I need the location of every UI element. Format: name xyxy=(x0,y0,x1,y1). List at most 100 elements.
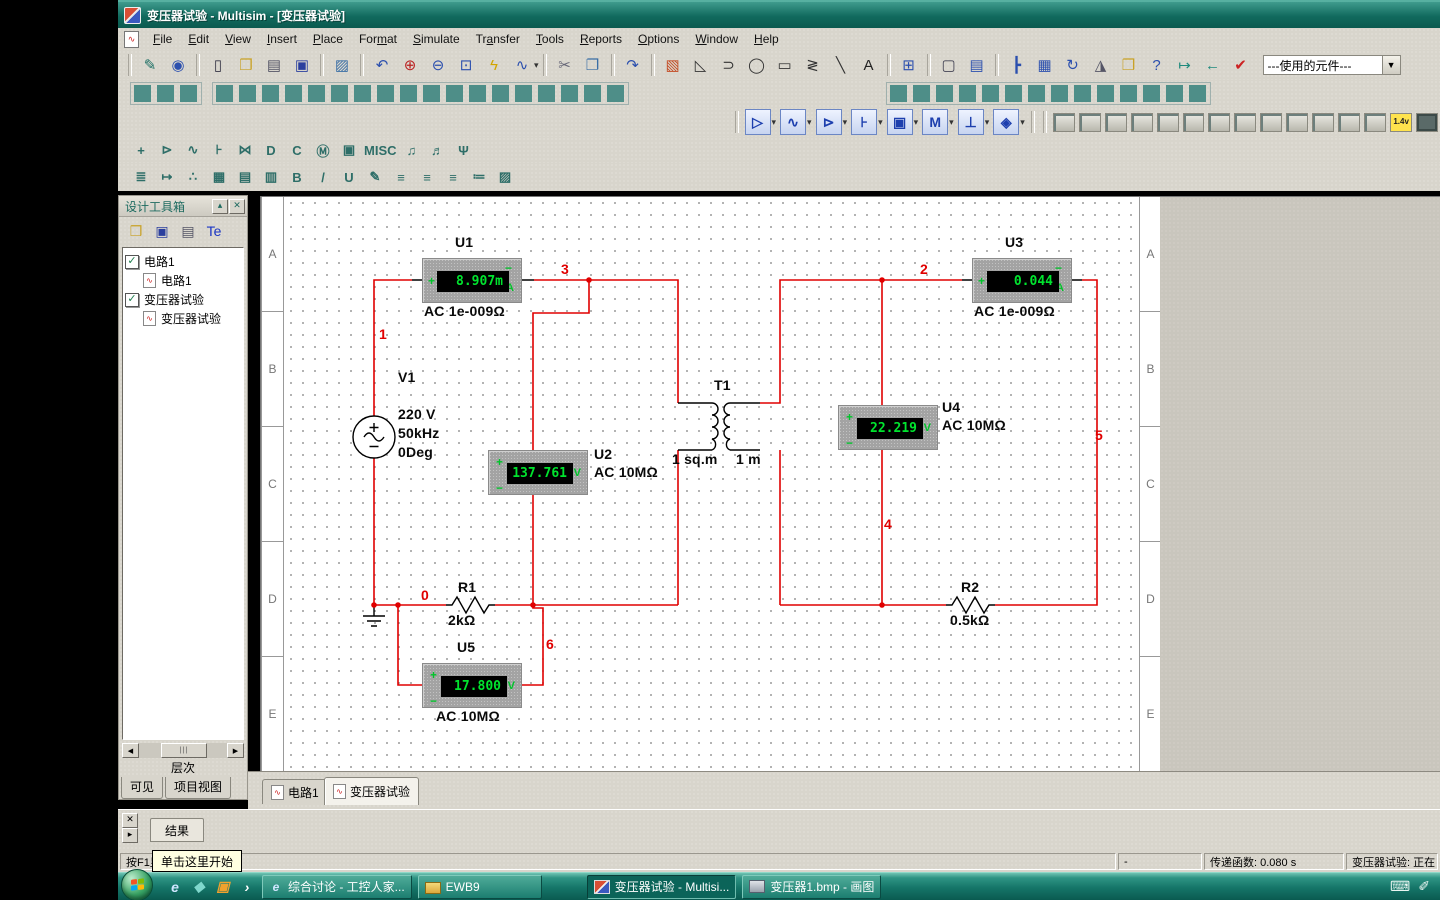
save-icon[interactable]: ▣ xyxy=(289,52,315,78)
dropdown-button[interactable]: ▼ xyxy=(1382,56,1400,74)
text-icon[interactable]: A xyxy=(856,52,882,78)
place-source-icon[interactable]: + xyxy=(130,140,152,160)
menu-item[interactable]: Edit xyxy=(180,30,217,48)
toolbox-tab[interactable]: 可见 xyxy=(121,777,163,799)
polygon-icon[interactable]: ◺ xyxy=(688,52,714,78)
power-components-button[interactable]: ⊥▾ xyxy=(958,109,990,135)
undo-icon[interactable]: ↶ xyxy=(369,52,395,78)
align-left-icon[interactable]: ≡ xyxy=(390,167,412,187)
scroll-left-button[interactable]: ◀ xyxy=(122,743,139,758)
menu-item[interactable]: Place xyxy=(305,30,351,48)
export-icon[interactable]: ↦ xyxy=(1172,52,1198,78)
multimeter-u5[interactable]: + − V 17.800 xyxy=(422,663,522,708)
database-icon[interactable]: ↻ xyxy=(1060,52,1086,78)
menu-item[interactable]: Help xyxy=(746,30,787,48)
place-diode-icon[interactable]: ⊳ xyxy=(156,140,178,160)
checkbox-icon[interactable]: ✓ xyxy=(125,255,139,269)
distortion-analyzer-icon[interactable] xyxy=(1338,113,1360,132)
menu-item[interactable]: Insert xyxy=(259,30,305,48)
paste-icon[interactable]: ▨ xyxy=(329,52,355,78)
rectangle-icon[interactable]: ▭ xyxy=(772,52,798,78)
logic-converter-icon[interactable] xyxy=(1286,113,1308,132)
results-expand-button[interactable]: ▸ xyxy=(122,828,138,843)
erc-check-icon[interactable]: ✔ xyxy=(1228,52,1254,78)
bold-icon[interactable]: B xyxy=(286,167,308,187)
image-icon[interactable]: ▥ xyxy=(260,167,282,187)
word-generator-icon[interactable] xyxy=(1234,113,1256,132)
new-file-icon[interactable]: ▯ xyxy=(205,52,231,78)
place-motor-icon[interactable]: Ⓜ xyxy=(312,140,334,160)
redo-icon[interactable]: ↷ xyxy=(620,52,646,78)
oscilloscope-icon[interactable] xyxy=(1131,113,1153,132)
place-amplifier-icon[interactable]: ♬ xyxy=(427,140,449,160)
frequency-counter-icon[interactable] xyxy=(1208,113,1230,132)
text-edit-icon[interactable]: Te xyxy=(202,219,226,243)
tree-item[interactable]: ✓ ∿ 电路1 xyxy=(125,252,241,271)
italic-icon[interactable]: / xyxy=(312,167,334,187)
tree-item[interactable]: ✓ ∿ 电路1 xyxy=(143,271,241,290)
bode-plotter-icon[interactable] xyxy=(1183,113,1205,132)
print-icon[interactable]: ▤ xyxy=(261,52,287,78)
component-toolbar-group[interactable] xyxy=(130,82,202,105)
agilent-multimeter-icon[interactable]: 1.4v xyxy=(1390,113,1412,132)
menu-item[interactable]: Tools xyxy=(528,30,572,48)
menu-item[interactable]: File xyxy=(145,30,180,48)
scrollbar-thumb[interactable]: ||| xyxy=(161,743,207,758)
save-icon[interactable]: ▣ xyxy=(150,219,174,243)
zoom-out-icon[interactable]: ⊖ xyxy=(425,52,451,78)
transistor-components-button[interactable]: ⊦▾ xyxy=(851,109,883,135)
menu-item[interactable]: Transfer xyxy=(468,30,528,48)
place-transistor-icon[interactable]: ⊦ xyxy=(208,140,230,160)
digital-components-button[interactable]: ▣▾ xyxy=(887,109,919,135)
taskbar-window-button[interactable]: 变压器试验 - Multisi... xyxy=(587,875,737,899)
clipboard-icon[interactable]: ▤ xyxy=(234,167,256,187)
spectrum-analyzer-icon[interactable] xyxy=(1364,113,1386,132)
panel-close-button[interactable]: ✕ xyxy=(229,199,245,214)
scale-icon[interactable]: ◮ xyxy=(1088,52,1114,78)
keyboard-icon[interactable]: ⌨ xyxy=(1390,878,1410,895)
polyline-icon[interactable]: ≷ xyxy=(800,52,826,78)
panel-pin-button[interactable]: ▴ xyxy=(212,199,228,214)
align-center-icon[interactable]: ≡ xyxy=(416,167,438,187)
toolbox-horizontal-scrollbar[interactable]: ◀ ||| ▶ xyxy=(122,743,244,758)
grapher-dropdown-arrow[interactable]: ▾ xyxy=(534,60,539,71)
project-tree-icon[interactable]: ┣ xyxy=(1004,52,1030,78)
arrow-style-icon[interactable]: ↦ xyxy=(156,167,178,187)
zoom-in-icon[interactable]: ⊕ xyxy=(397,52,423,78)
checkbox-icon[interactable]: ✓ xyxy=(125,293,139,307)
start-button[interactable] xyxy=(121,869,153,900)
iv-analyzer-icon[interactable] xyxy=(1312,113,1334,132)
analog-components-button[interactable]: ▷▾ xyxy=(745,109,777,135)
indicator-components-button[interactable]: ◈▾ xyxy=(993,109,1025,135)
run-simulation-icon[interactable]: ϟ xyxy=(481,52,507,78)
back-annotate-icon[interactable]: ← xyxy=(1200,52,1226,78)
network-analyzer-icon[interactable] xyxy=(1416,113,1438,132)
multimeter-u2[interactable]: + − V 137.761 xyxy=(488,450,588,495)
component-toolbar-group[interactable] xyxy=(212,82,629,105)
wattmeter-icon[interactable] xyxy=(1105,113,1127,132)
multimeter-u3[interactable]: + − A 0.044 xyxy=(972,258,1072,303)
menu-item[interactable]: Reports xyxy=(572,30,630,48)
place-misc-digital-icon[interactable]: ▣ xyxy=(338,140,360,160)
tree-item[interactable]: ✓ ∿ 变压器试验 xyxy=(125,290,241,309)
app-quicklaunch-icon[interactable]: ▣ xyxy=(213,877,233,897)
tree-item[interactable]: ✓ ∿ 变压器试验 xyxy=(143,309,241,328)
expand-quicklaunch-icon[interactable]: › xyxy=(237,877,257,897)
ie-quicklaunch-icon[interactable]: e xyxy=(165,877,185,897)
area-zoom-icon[interactable]: ◉ xyxy=(165,52,191,78)
hierarchy-icon[interactable]: ⊞ xyxy=(896,52,922,78)
misc-components-button[interactable]: M▾ xyxy=(922,109,954,135)
sheet-tab-active[interactable]: ∿ 变压器试验 xyxy=(324,777,419,805)
new-report-icon[interactable]: ▤ xyxy=(176,219,200,243)
help-icon[interactable]: ? xyxy=(1144,52,1170,78)
logic-analyzer-icon[interactable] xyxy=(1260,113,1282,132)
multimeter-instrument-icon[interactable] xyxy=(1053,113,1075,132)
messenger-quicklaunch-icon[interactable]: ◆ xyxy=(189,877,209,897)
taskbar-window-button[interactable]: 变压器1.bmp - 画图 xyxy=(742,875,881,899)
taskbar-window-button[interactable]: EWB9 xyxy=(418,875,542,899)
misc-components-icon[interactable]: MISC xyxy=(364,140,397,160)
menu-item[interactable]: Format xyxy=(351,30,405,48)
ellipse-icon[interactable]: ◯ xyxy=(744,52,770,78)
spreadsheet-icon[interactable]: ▦ xyxy=(1032,52,1058,78)
open-sample-icon[interactable]: ❒ xyxy=(1116,52,1142,78)
